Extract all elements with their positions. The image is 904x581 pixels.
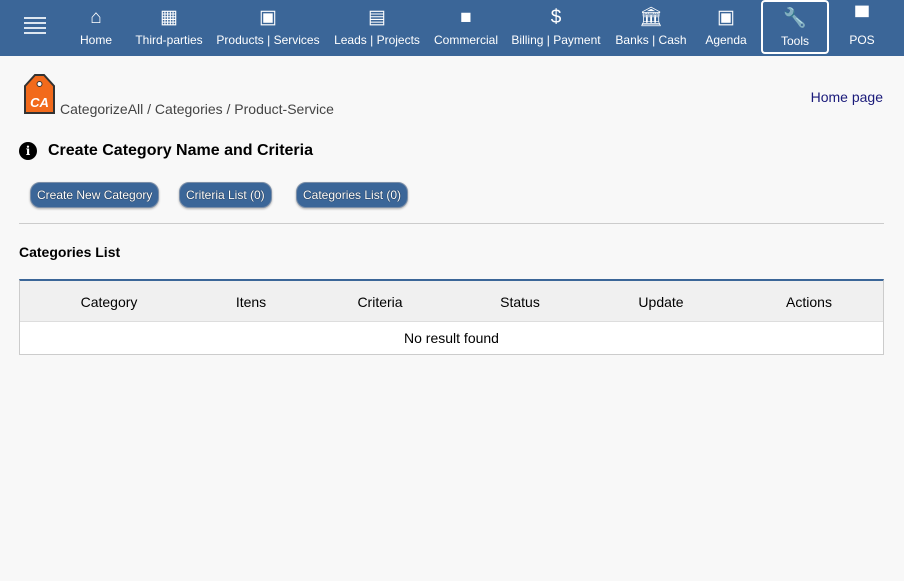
nav-third-parties[interactable]: ▦ Third-parties (135, 0, 202, 54)
info-icon: i (19, 142, 37, 160)
bank-icon: 🏛 (638, 7, 664, 28)
column-status: Status (500, 294, 540, 310)
home-icon: ⌂ (90, 7, 102, 28)
column-criteria: Criteria (357, 294, 403, 310)
column-update: Update (638, 294, 684, 310)
building-icon: ▦ (160, 7, 178, 28)
nav-billing-payment[interactable]: $ Billing | Payment (511, 0, 600, 54)
create-new-category-button[interactable]: Create New Category (30, 182, 160, 208)
svg-text:CA: CA (30, 95, 49, 110)
categories-table: Category Itens Criteria Status Update Ac… (19, 279, 884, 355)
section-title: Categories List (19, 244, 121, 260)
empty-row: No result found (404, 330, 499, 346)
page-title: i Create Category Name and Criteria (19, 142, 313, 160)
categorize-tag-logo: CA (24, 74, 55, 114)
top-nav: ⌂ Home ▦ Third-parties ▣ Products | Service… (0, 0, 904, 56)
categories-list-button[interactable]: Categories List (0) (296, 182, 409, 208)
briefcase-icon: ■ (460, 7, 472, 28)
menu-icon[interactable] (24, 17, 46, 37)
column-category: Category (80, 294, 138, 310)
column-itens: Itens (235, 294, 267, 310)
image-icon: ▣ (259, 7, 277, 28)
home-page-link[interactable]: Home page (811, 89, 883, 105)
breadcrumb: CategorizeAll / Categories / Product-Ser… (60, 101, 334, 117)
nav-leads-projects[interactable]: ▤ Leads | Projects (334, 0, 420, 54)
nav-products-services[interactable]: ▣ Products | Services (216, 0, 319, 54)
nav-pos[interactable]: ▀ POS (849, 0, 874, 54)
wrench-icon: 🔧 (783, 8, 807, 29)
nav-home[interactable]: ⌂ Home (80, 0, 112, 54)
column-actions: Actions (786, 294, 832, 310)
store-icon: ▀ (855, 7, 869, 28)
nav-agenda[interactable]: ▣ Agenda (705, 0, 746, 54)
nav-commercial[interactable]: ■ Commercial (434, 0, 498, 54)
calendar-icon: ▣ (717, 7, 735, 28)
divider (19, 223, 884, 224)
criteria-list-button[interactable]: Criteria List (0) (179, 182, 272, 208)
table-header: Category Itens Criteria Status Update Ac… (20, 281, 883, 322)
nav-banks-cash[interactable]: 🏛 Banks | Cash (615, 0, 686, 54)
clipboard-icon: ▤ (368, 7, 386, 28)
nav-tools[interactable]: 🔧 Tools (761, 0, 829, 54)
dollar-icon: $ (550, 7, 562, 28)
